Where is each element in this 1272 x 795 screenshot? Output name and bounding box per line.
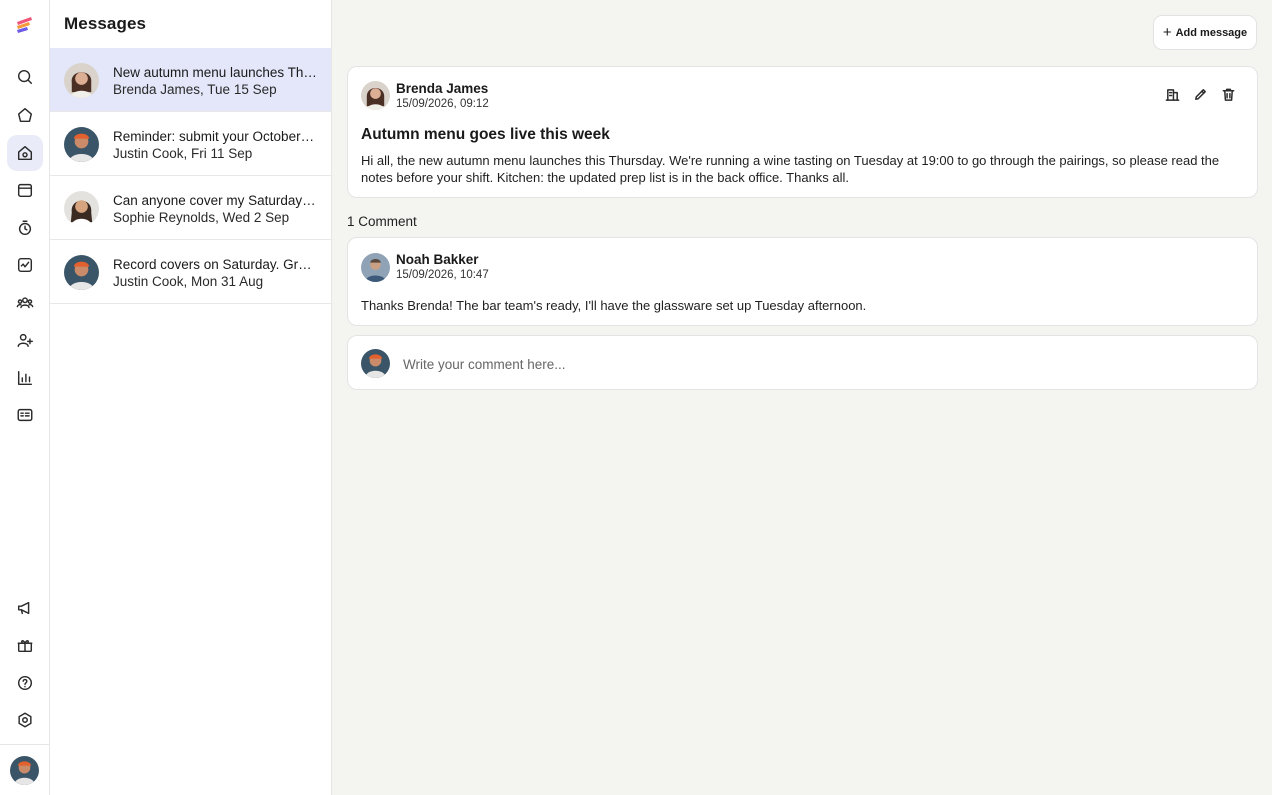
app-logo[interactable] <box>14 14 36 36</box>
read-receipts-icon[interactable] <box>1165 87 1181 103</box>
message-list-item[interactable]: Record covers on Saturday. Great work ev… <box>50 240 331 304</box>
message-post: Brenda James 15/09/2026, 09:12 Autumn me… <box>347 66 1258 198</box>
comment-count: 1 Comment <box>347 214 417 229</box>
avatar <box>64 127 99 162</box>
message-title: Record covers on Saturday. Great work ev… <box>113 257 317 272</box>
post-actions <box>1165 87 1237 103</box>
forms-icon[interactable] <box>7 397 43 433</box>
post-body: Hi all, the new autumn menu launches thi… <box>361 153 1220 185</box>
author-avatar <box>361 81 390 110</box>
timer-icon[interactable] <box>7 210 43 246</box>
reports-icon[interactable] <box>7 360 43 396</box>
avatar <box>64 63 99 98</box>
add-message-button[interactable]: + Add message <box>1153 15 1257 50</box>
message-list-item[interactable]: New autumn menu launches Thursday Brenda… <box>50 48 331 112</box>
message-meta: Brenda James, Tue 15 Sep <box>113 82 277 97</box>
messages-panel: Messages New autumn menu launches Thursd… <box>50 0 332 795</box>
comment-composer <box>347 335 1258 390</box>
message-list-item[interactable]: Can anyone cover my Saturday close? Soph… <box>50 176 331 240</box>
commenter-name: Noah Bakker <box>396 252 479 267</box>
comment-input[interactable] <box>403 353 1223 375</box>
avatar <box>64 191 99 226</box>
calendar-icon[interactable] <box>7 172 43 208</box>
help-icon[interactable] <box>7 665 43 701</box>
message-title: Reminder: submit your October availabili… <box>113 129 317 144</box>
comment-body: Thanks Brenda! The bar team's ready, I'l… <box>361 298 867 313</box>
tasks-icon[interactable] <box>7 247 43 283</box>
comment-date: 15/09/2026, 10:47 <box>396 269 489 281</box>
plus-icon: + <box>1162 23 1172 41</box>
current-user-avatar[interactable] <box>10 756 39 785</box>
message-title: New autumn menu launches Thursday <box>113 65 317 80</box>
add-user-icon[interactable] <box>7 322 43 358</box>
message-list-item[interactable]: Reminder: submit your October availabili… <box>50 112 331 176</box>
delete-icon[interactable] <box>1221 87 1237 103</box>
announcement-icon[interactable] <box>7 590 43 626</box>
message-meta: Justin Cook, Mon 31 Aug <box>113 274 264 289</box>
search-icon[interactable] <box>7 59 43 95</box>
page-title: Messages <box>64 14 147 33</box>
comment-card: Noah Bakker 15/09/2026, 10:47 Thanks Bre… <box>347 237 1258 326</box>
post-title: Autumn menu goes live this week <box>361 126 610 143</box>
avatar <box>64 255 99 290</box>
edit-icon[interactable] <box>1193 87 1209 103</box>
add-message-label: Add message <box>1175 26 1248 39</box>
team-icon[interactable] <box>7 285 43 321</box>
sidebar <box>0 0 50 795</box>
author-name: Brenda James <box>396 81 489 96</box>
commenter-avatar <box>361 253 390 282</box>
settings-icon[interactable] <box>7 702 43 738</box>
gift-icon[interactable] <box>7 627 43 663</box>
message-meta: Sophie Reynolds, Wed 2 Sep <box>113 210 290 225</box>
message-meta: Justin Cook, Fri 11 Sep <box>113 146 253 161</box>
messages-icon[interactable] <box>7 135 43 171</box>
current-user-avatar <box>361 349 390 378</box>
home-icon[interactable] <box>7 97 43 133</box>
post-date: 15/09/2026, 09:12 <box>396 98 489 110</box>
message-title: Can anyone cover my Saturday close? <box>113 193 317 208</box>
rail-divider <box>0 744 50 745</box>
